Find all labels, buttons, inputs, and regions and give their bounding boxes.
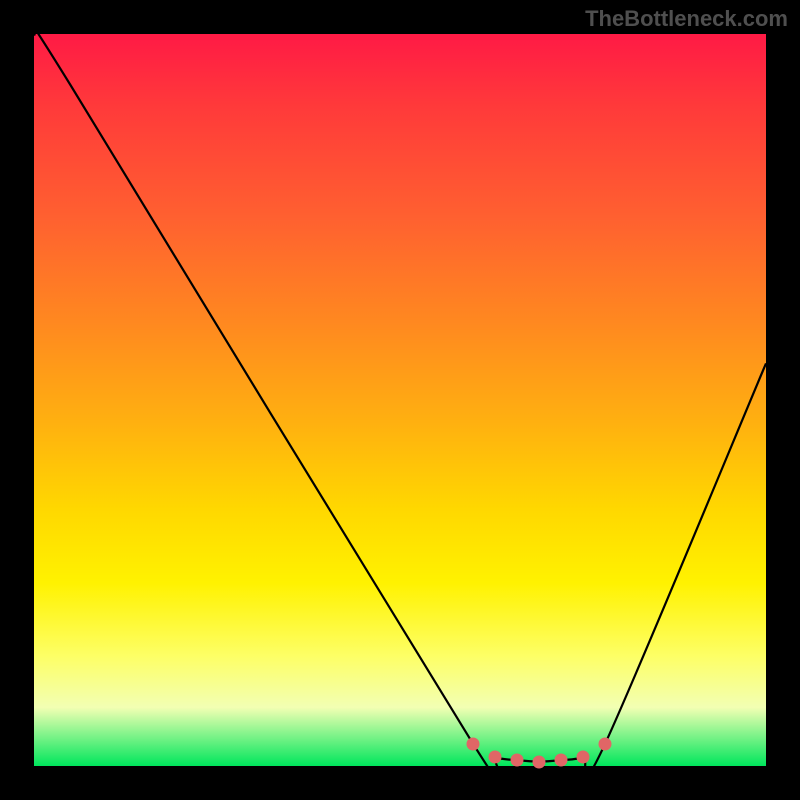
optimal-marker — [467, 738, 480, 751]
optimal-marker — [577, 751, 590, 764]
chart-container: TheBottleneck.com — [0, 0, 800, 800]
optimal-marker — [555, 754, 568, 767]
watermark-text: TheBottleneck.com — [585, 6, 788, 32]
optimal-marker — [598, 738, 611, 751]
plot-area — [34, 34, 766, 766]
optimal-marker — [511, 754, 524, 767]
optimal-marker — [533, 755, 546, 768]
optimal-marker — [489, 751, 502, 764]
optimal-range-markers — [34, 34, 766, 766]
